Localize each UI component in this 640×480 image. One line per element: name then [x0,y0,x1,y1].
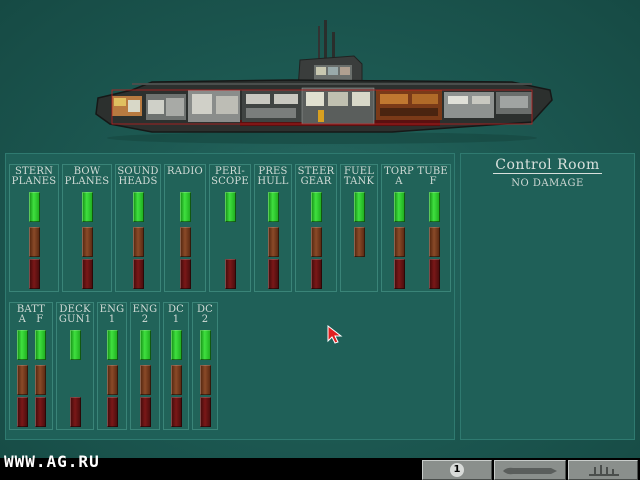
depth-gauge-icon [589,465,619,476]
status-light-red [394,259,405,289]
status-light-brown [180,227,191,257]
system-steer-gear[interactable]: STEER GEAR [295,164,337,292]
status-light-red [35,397,46,427]
damage-systems-panel: STERN PLANES BOW PLANES SOUND HEADS RADI… [5,153,455,440]
status-light-red [225,259,236,289]
system-pres-hull[interactable]: PRES HULL [254,164,292,292]
status-light-green [82,192,93,222]
torpedo-button[interactable] [494,460,566,480]
status-light-green [29,192,40,222]
status-light-green [354,192,365,222]
system-label: ENG 2 [132,304,158,325]
status-light-green [171,330,182,360]
system-label: FUEL TANK [343,166,375,187]
mast-icon [324,20,327,60]
system-torp-tube[interactable]: TORP TUBE A F [381,164,451,292]
status-light-green [107,330,118,360]
status-light-green [17,330,28,360]
status-light-brown [268,227,279,257]
status-light-red [107,397,118,427]
status-light-green [268,192,279,222]
system-label: ENG 1 [99,304,125,325]
status-light-brown [29,227,40,257]
status-light-red [311,259,322,289]
system-bow-planes[interactable]: BOW PLANES [62,164,112,292]
system-label: TORP TUBE A F [384,166,448,187]
depth-control-button[interactable] [568,460,638,480]
system-label: STEER GEAR [297,166,335,187]
status-light-brown [140,365,151,395]
status-light-brown [429,227,440,257]
system-sound-heads[interactable]: SOUND HEADS [115,164,161,292]
status-light-green [35,330,46,360]
room-title: Control Room [493,157,602,174]
system-label: BATT A F [16,304,46,325]
status-light-green [133,192,144,222]
status-light-brown [394,227,405,257]
submarine-cutaway[interactable] [92,20,554,148]
system-dc-2[interactable]: DC 2 [192,302,218,430]
watermark-text: WWW.AG.RU [4,452,100,471]
status-light-green [140,330,151,360]
mouse-cursor-icon [327,325,343,344]
status-light-red [140,397,151,427]
system-fuel-tank[interactable]: FUEL TANK [340,164,378,292]
status-light-green [311,192,322,222]
status-light-red [82,259,93,289]
system-label: STERN PLANES [11,166,57,187]
system-label: DECK GUN1 [58,304,92,325]
system-label: PERI- SCOPE [211,166,249,187]
time-compression-button[interactable]: 1 [422,460,492,480]
status-light-brown [200,365,211,395]
status-light-brown [107,365,118,395]
status-light-green [180,192,191,222]
system-dc-1[interactable]: DC 1 [163,302,189,430]
system-stern-planes[interactable]: STERN PLANES [9,164,59,292]
system-batt[interactable]: BATT A F [9,302,53,430]
system-periscope[interactable]: PERI- SCOPE [209,164,251,292]
time-compression-value: 1 [450,463,464,477]
room-damage-status: NO DAMAGE [511,178,584,189]
system-eng-2[interactable]: ENG 2 [130,302,160,430]
status-light-red [268,259,279,289]
system-label: DC 2 [196,304,214,325]
status-light-red [133,259,144,289]
status-light-brown [17,365,28,395]
system-eng-1[interactable]: ENG 1 [97,302,127,430]
status-light-red [171,397,182,427]
status-light-green [394,192,405,222]
status-light-red [200,397,211,427]
status-light-brown [82,227,93,257]
room-status-panel: Control Room NO DAMAGE [460,153,635,440]
status-light-green [429,192,440,222]
status-light-brown [171,365,182,395]
system-radio[interactable]: RADIO [164,164,206,292]
status-light-brown [35,365,46,395]
status-light-red [70,397,81,427]
status-light-brown [133,227,144,257]
status-light-red [429,259,440,289]
system-label: RADIO [167,166,203,177]
system-deck-gun[interactable]: DECK GUN1 [56,302,94,430]
status-light-red [180,259,191,289]
status-light-green [225,192,236,222]
status-light-green [70,330,81,360]
system-label: SOUND HEADS [117,166,159,187]
status-light-brown [311,227,322,257]
system-label: BOW PLANES [64,166,110,187]
status-light-green [200,330,211,360]
system-label: DC 1 [167,304,185,325]
torpedo-icon [503,467,557,475]
status-light-brown [354,227,365,257]
status-light-red [17,397,28,427]
system-label: PRES HULL [257,166,289,187]
status-light-red [29,259,40,289]
